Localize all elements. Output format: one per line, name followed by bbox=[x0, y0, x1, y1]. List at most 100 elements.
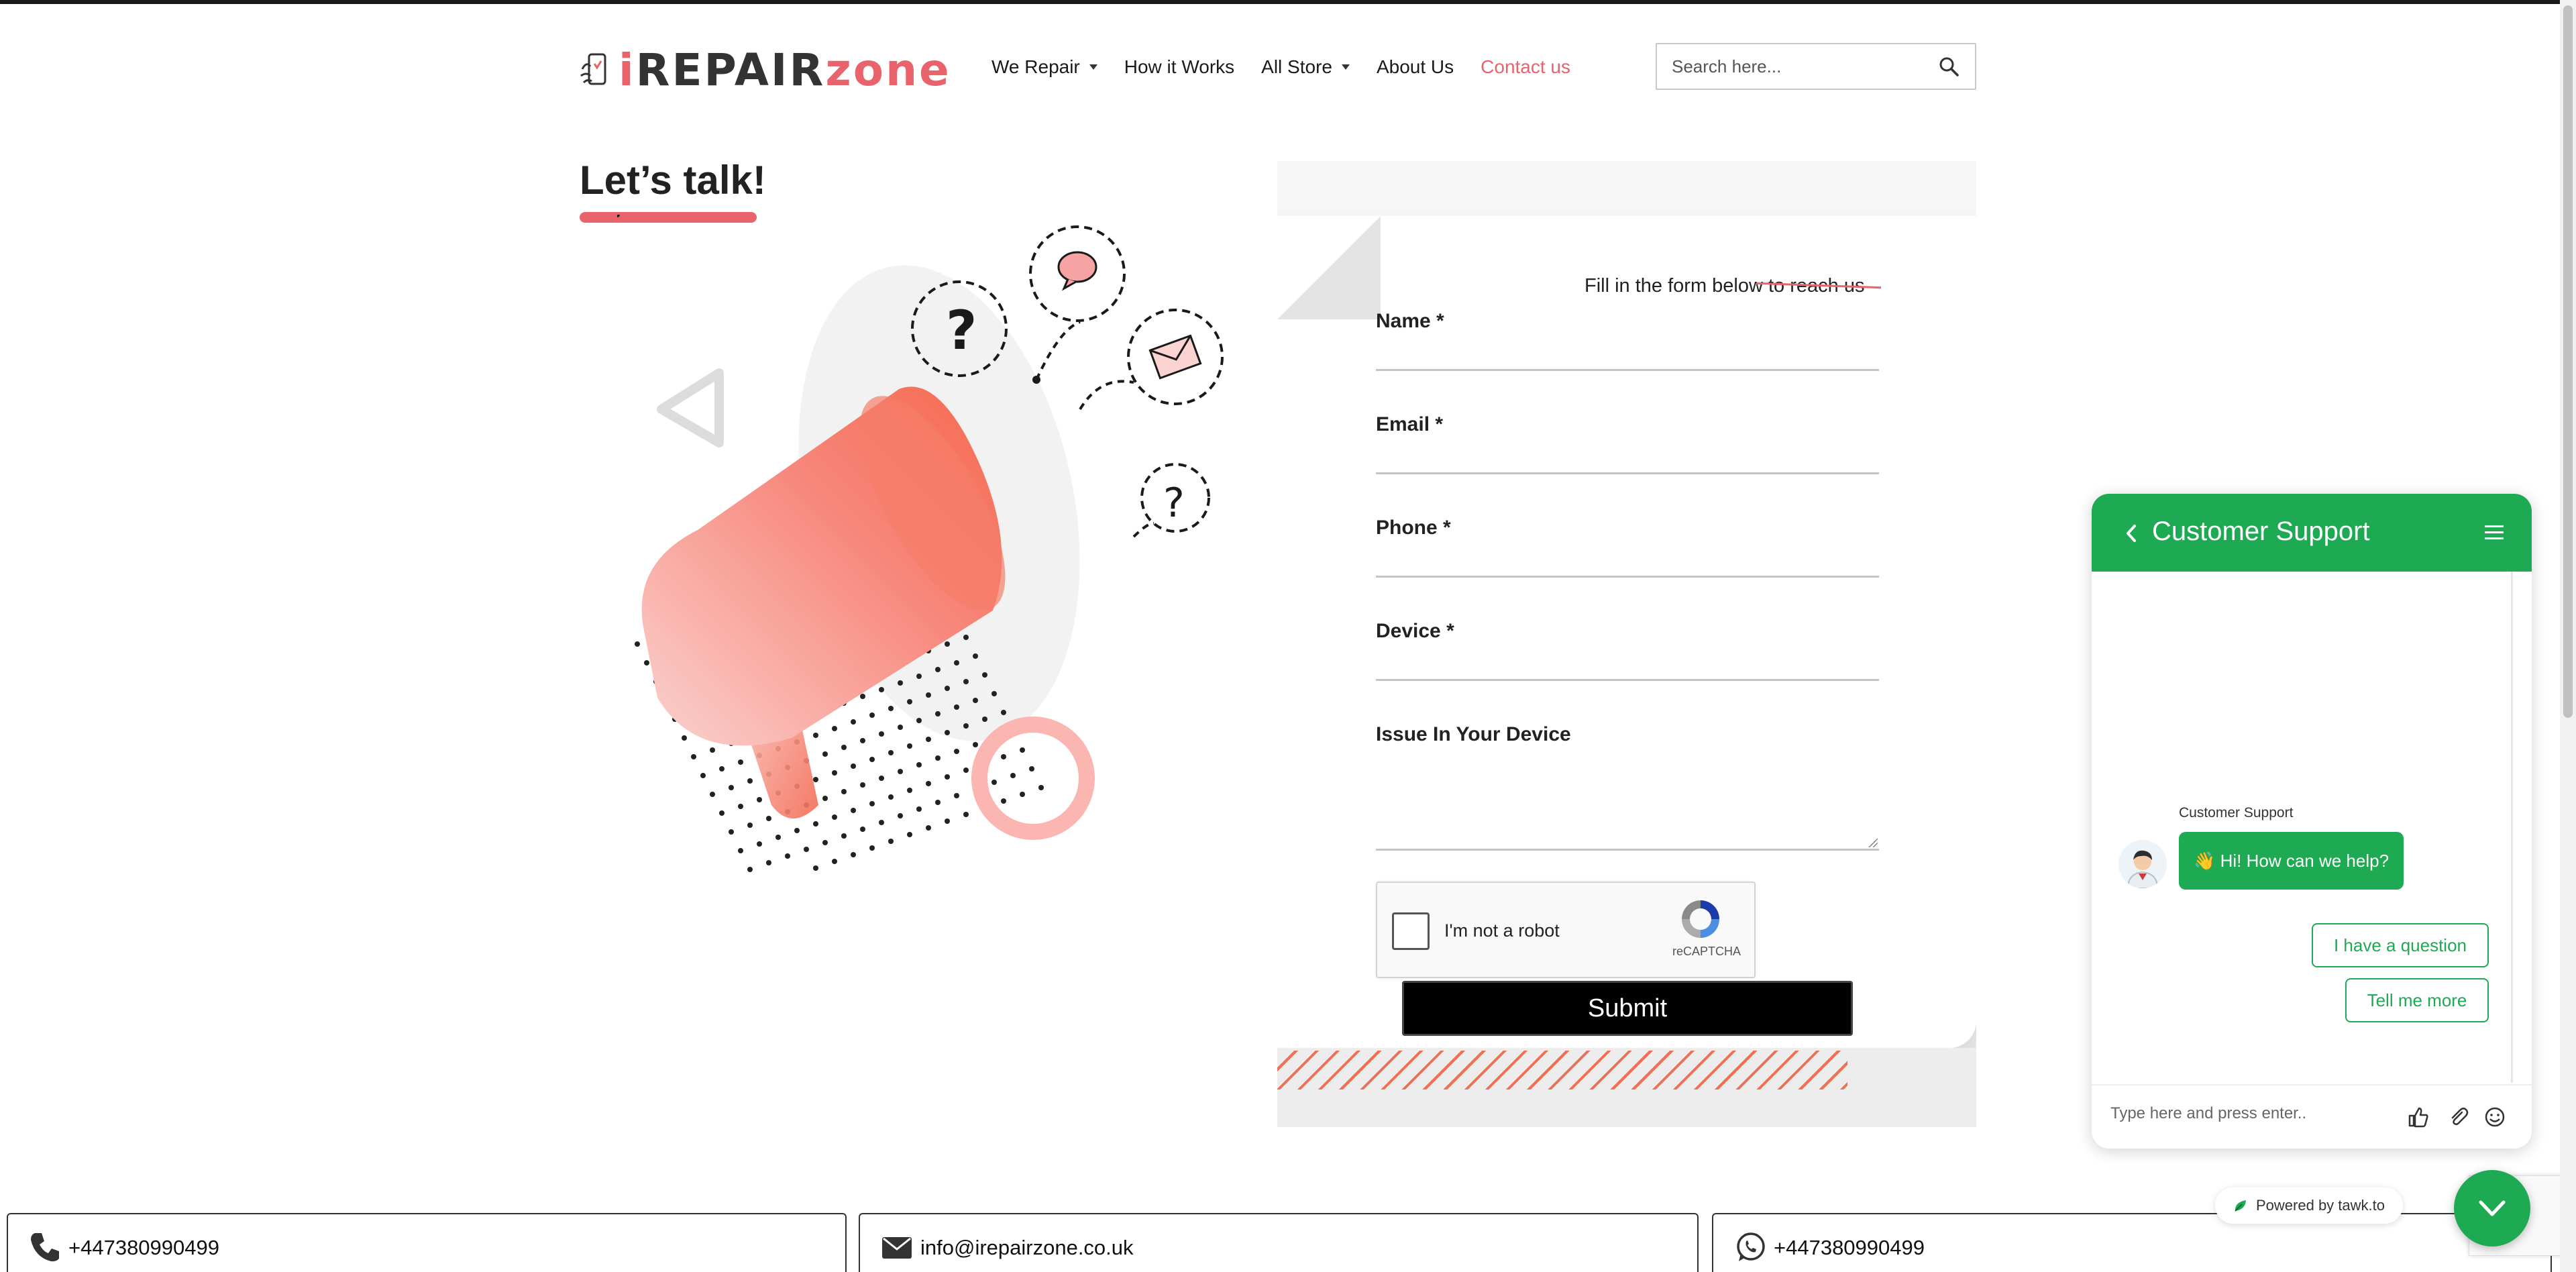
site-header: iREPAIRzone We Repair How it Works All S… bbox=[580, 40, 1976, 97]
recaptcha-checkbox[interactable] bbox=[1392, 912, 1430, 950]
form-intro-text: Fill in the form below to reach us bbox=[1585, 275, 1881, 297]
pattern-dot bbox=[635, 641, 640, 647]
paperclip-icon[interactable] bbox=[2447, 1106, 2470, 1128]
page-scrollbar-thumb[interactable] bbox=[2563, 5, 2573, 718]
phone-field[interactable] bbox=[1376, 576, 1879, 578]
site-logo[interactable]: iREPAIRzone bbox=[580, 44, 951, 96]
chat-scrollbar[interactable] bbox=[2511, 572, 2513, 1083]
pattern-dot bbox=[1010, 773, 1016, 778]
pattern-dot bbox=[860, 694, 865, 699]
pattern-dot bbox=[973, 653, 978, 659]
email-field[interactable] bbox=[1376, 472, 1879, 474]
pattern-dot bbox=[945, 818, 950, 824]
pattern-dot bbox=[926, 692, 931, 698]
caret-down-icon bbox=[1341, 64, 1350, 70]
nav-item-how-it-works[interactable]: How it Works bbox=[1124, 56, 1234, 78]
submit-button[interactable]: Submit bbox=[1402, 981, 1853, 1036]
pattern-dot bbox=[926, 737, 931, 742]
phone-icon bbox=[31, 1233, 59, 1262]
issue-textarea[interactable] bbox=[1376, 762, 1879, 851]
nav-item-all-store[interactable]: All Store bbox=[1261, 56, 1350, 78]
pattern-dot bbox=[935, 667, 941, 672]
pattern-dot bbox=[963, 767, 969, 773]
chevron-left-icon[interactable] bbox=[2121, 522, 2140, 545]
pattern-dot bbox=[954, 793, 959, 798]
powered-by-text: Powered by tawk.to bbox=[2256, 1197, 2385, 1214]
pattern-dot bbox=[954, 660, 959, 666]
pattern-dot bbox=[907, 832, 912, 837]
pattern-dot bbox=[916, 674, 922, 679]
pattern-dot bbox=[851, 852, 856, 857]
device-field[interactable] bbox=[1376, 679, 1879, 681]
pattern-dot bbox=[757, 797, 762, 802]
recaptcha-logo-icon bbox=[1682, 900, 1719, 938]
pattern-dot bbox=[813, 777, 818, 782]
pattern-dot bbox=[860, 738, 865, 743]
nav-item-about-us[interactable]: About Us bbox=[1377, 56, 1454, 78]
name-field[interactable] bbox=[1376, 369, 1879, 371]
emoji-icon[interactable] bbox=[2483, 1106, 2506, 1128]
svg-text:?: ? bbox=[1163, 480, 1185, 527]
pattern-dot bbox=[841, 789, 847, 794]
pattern-dot bbox=[945, 686, 950, 691]
pattern-dot bbox=[794, 828, 800, 833]
contact-phone-text: +447380990499 bbox=[68, 1236, 219, 1259]
caret-down-icon bbox=[1089, 64, 1097, 70]
pattern-dot bbox=[860, 782, 865, 788]
pattern-dot bbox=[719, 810, 724, 816]
page-scrollbar[interactable] bbox=[2560, 0, 2576, 1272]
contact-whatsapp[interactable]: +447380990499 bbox=[1712, 1213, 2552, 1272]
pattern-dot bbox=[851, 763, 856, 769]
pattern-dot bbox=[935, 800, 941, 805]
chat-option-tell-more[interactable]: Tell me more bbox=[2345, 978, 2489, 1022]
agent-avatar bbox=[2118, 840, 2167, 888]
pattern-dot bbox=[869, 801, 875, 806]
search-icon[interactable] bbox=[1937, 55, 1960, 78]
pattern-dot bbox=[991, 691, 997, 696]
nav-item-we-repair[interactable]: We Repair bbox=[991, 56, 1097, 78]
recaptcha-widget: I'm not a robot reCAPTCHA bbox=[1376, 882, 1756, 978]
pattern-dot bbox=[898, 680, 903, 686]
pattern-dot bbox=[888, 794, 894, 800]
form-corner-fold bbox=[1277, 216, 1381, 319]
chat-option-question[interactable]: I have a question bbox=[2312, 923, 2489, 967]
issue-label: Issue In Your Device bbox=[1376, 723, 1571, 745]
contact-email[interactable]: info@irepairzone.co.uk bbox=[859, 1213, 1699, 1272]
pattern-dot bbox=[832, 770, 837, 776]
pattern-dot bbox=[869, 757, 875, 762]
pattern-dot bbox=[832, 859, 837, 864]
chat-title: Customer Support bbox=[2152, 517, 2370, 546]
pattern-dot bbox=[888, 750, 894, 755]
powered-by-tawk[interactable]: Powered by tawk.to bbox=[2215, 1187, 2403, 1224]
chat-toggle-button[interactable] bbox=[2454, 1170, 2530, 1247]
contact-email-text: info@irepairzone.co.uk bbox=[920, 1236, 1134, 1259]
pattern-dot bbox=[926, 825, 931, 831]
agent-avatar-icon bbox=[2118, 840, 2167, 888]
pattern-dot bbox=[935, 711, 941, 717]
megaphone-illustration: ? ? bbox=[617, 215, 1224, 872]
search-input[interactable] bbox=[1672, 56, 1937, 77]
chat-greeting-bubble: 👋 Hi! How can we help? bbox=[2179, 832, 2404, 890]
resize-grip-icon[interactable] bbox=[1868, 838, 1878, 847]
pattern-dot bbox=[907, 699, 912, 704]
pattern-dot bbox=[907, 743, 912, 749]
nav-item-contact-us[interactable]: Contact us bbox=[1481, 56, 1570, 78]
pattern-dot bbox=[935, 755, 941, 761]
pattern-dot bbox=[963, 723, 969, 729]
pattern-dot bbox=[738, 804, 743, 809]
svg-text:?: ? bbox=[946, 299, 977, 362]
contact-phone[interactable]: +447380990499 bbox=[7, 1213, 847, 1272]
pattern-dot bbox=[841, 745, 847, 750]
pattern-dot bbox=[879, 687, 884, 692]
menu-icon[interactable] bbox=[2483, 523, 2505, 542]
pattern-dot bbox=[729, 785, 734, 790]
page-title: Let’s talk! bbox=[580, 158, 766, 203]
main-nav: We Repair How it Works All Store About U… bbox=[991, 56, 1570, 78]
pattern-dot bbox=[813, 733, 818, 738]
pattern-dot bbox=[841, 833, 847, 839]
thumbs-up-icon[interactable] bbox=[2407, 1106, 2430, 1128]
phone-label: Phone * bbox=[1376, 517, 1451, 539]
pattern-dot bbox=[729, 829, 734, 835]
pattern-dot bbox=[1020, 747, 1025, 753]
chat-message-input[interactable] bbox=[2110, 1104, 2379, 1123]
